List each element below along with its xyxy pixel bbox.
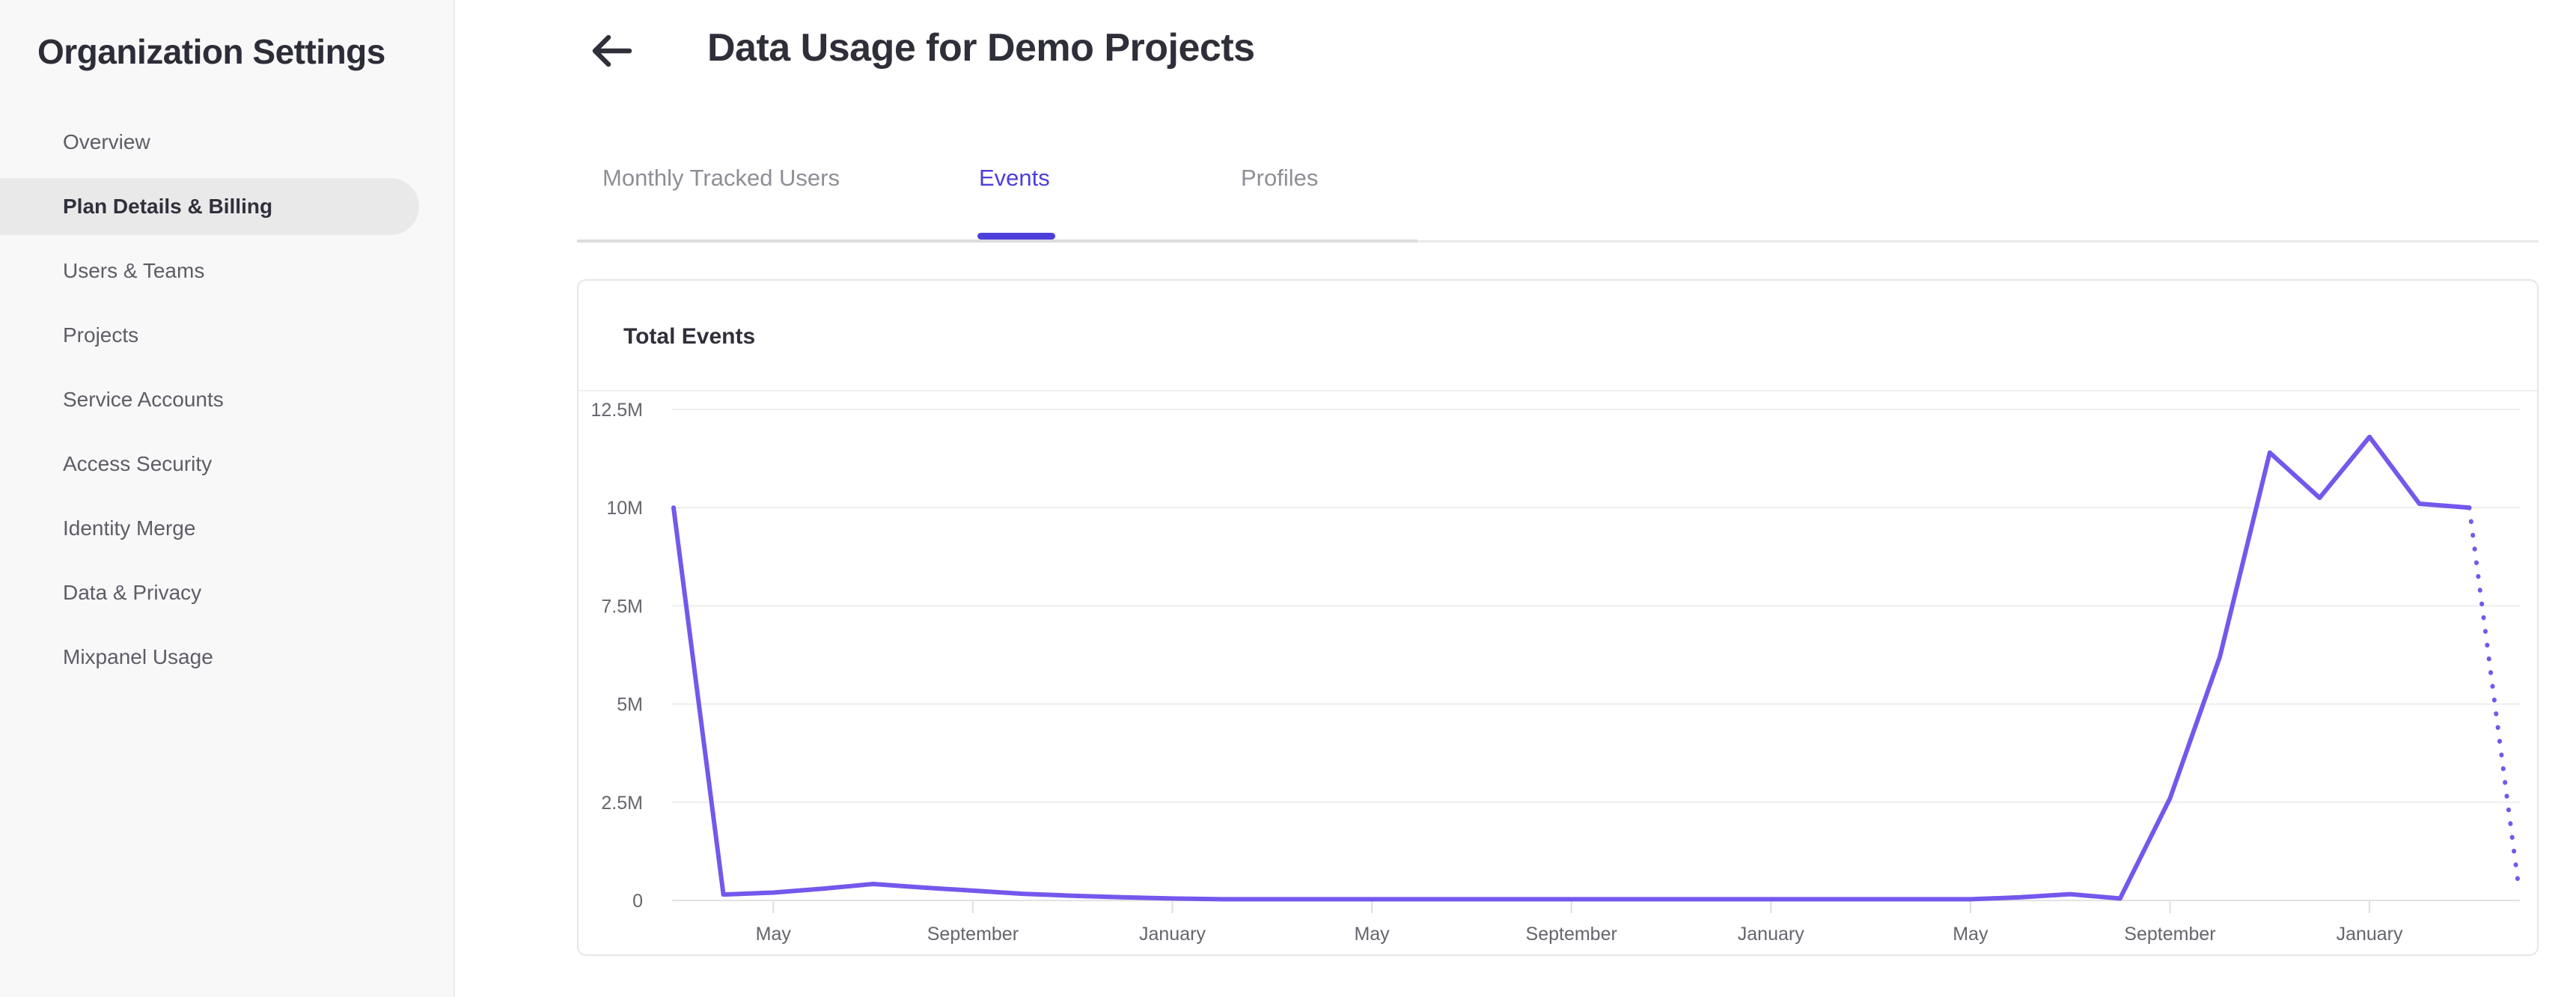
sidebar-item-users-teams[interactable]: Users & Teams [0,243,419,299]
back-button[interactable] [588,28,636,76]
tab-monthly-tracked-users[interactable]: Monthly Tracked Users [602,166,840,189]
svg-text:May: May [756,924,792,945]
arrow-left-icon [590,31,634,74]
card-header: Total Events [579,281,2537,391]
sidebar-item-access-security[interactable]: Access Security [0,436,419,493]
sidebar: Organization Settings Overview Plan Deta… [0,0,455,997]
svg-text:12.5M: 12.5M [591,400,643,421]
svg-text:10M: 10M [606,498,643,519]
svg-text:January: January [2337,924,2403,945]
svg-text:7.5M: 7.5M [601,596,643,617]
svg-text:May: May [1354,924,1390,945]
svg-text:May: May [1953,924,1989,945]
org-settings-page: { "sidebar": { "title": "Organization Se… [0,0,2576,997]
svg-text:September: September [1526,924,1617,945]
svg-text:5M: 5M [617,695,643,716]
tab-profiles[interactable]: Profiles [1241,166,1318,189]
sidebar-item-plan-details-billing[interactable]: Plan Details & Billing [0,178,419,235]
page-title: Data Usage for Demo Projects [707,26,1255,70]
svg-text:0: 0 [632,891,643,912]
sidebar-nav: Overview Plan Details & Billing Users & … [0,114,419,693]
total-events-card: Total Events 12.5M 10M 7.5M 5M 2.5M 0 May Septe… [577,279,2539,956]
svg-text:January: January [1738,924,1804,945]
tabs-divider [577,240,1417,243]
sidebar-item-projects[interactable]: Projects [0,307,419,364]
chart-canvas: 12.5M 10M 7.5M 5M 2.5M 0 May September January Ma… [591,400,2521,945]
sidebar-item-overview[interactable]: Overview [0,114,419,171]
svg-text:January: January [1139,924,1206,945]
sidebar-item-data-privacy[interactable]: Data & Privacy [0,564,419,621]
chart-title: Total Events [623,324,756,349]
svg-text:2.5M: 2.5M [601,793,643,814]
svg-text:September: September [2124,924,2215,945]
sidebar-item-mixpanel-usage[interactable]: Mixpanel Usage [0,629,419,686]
tabs-divider-extension [1417,240,2539,243]
active-tab-underline [977,233,1055,240]
sidebar-item-service-accounts[interactable]: Service Accounts [0,371,419,428]
sidebar-title: Organization Settings [37,32,385,71]
tab-events[interactable]: Events [979,166,1050,189]
total-events-line-chart: 12.5M 10M 7.5M 5M 2.5M 0 May September January Ma… [579,393,2537,954]
sidebar-item-identity-merge[interactable]: Identity Merge [0,500,419,557]
svg-text:September: September [927,924,1019,945]
